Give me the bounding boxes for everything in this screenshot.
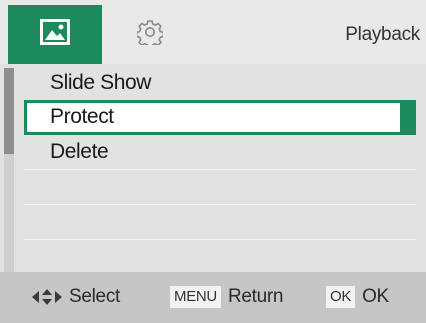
gear-icon bbox=[135, 19, 165, 50]
ok-label: OK bbox=[362, 286, 389, 307]
menu-item-empty bbox=[24, 205, 416, 240]
menu-key-badge: MENU bbox=[170, 286, 221, 308]
playback-image-icon bbox=[40, 19, 70, 50]
tab-playback[interactable] bbox=[8, 5, 102, 64]
top-bar: Playback bbox=[0, 0, 426, 64]
menu-item-empty bbox=[24, 170, 416, 205]
select-label: Select bbox=[69, 286, 121, 307]
menu-item-delete[interactable]: Delete bbox=[24, 135, 416, 170]
ok-hint: OK OK bbox=[326, 286, 389, 308]
button-hint-bar: Select MENU Return OK OK bbox=[0, 272, 426, 323]
ok-key-badge: OK bbox=[326, 286, 356, 308]
menu-item-label: Delete bbox=[50, 140, 109, 163]
scrollbar-thumb[interactable] bbox=[4, 68, 14, 154]
dpad-arrows-icon bbox=[32, 288, 62, 306]
menu-item-label: Protect bbox=[50, 105, 114, 128]
menu-item-empty bbox=[24, 240, 416, 275]
camera-menu-screen: Playback Slide Show Protect Delete Selec… bbox=[0, 0, 426, 323]
screen-title: Playback bbox=[345, 24, 420, 45]
menu-list: Slide Show Protect Delete bbox=[0, 64, 426, 275]
select-hint: Select bbox=[32, 286, 120, 308]
menu-item-protect[interactable]: Protect bbox=[24, 100, 416, 135]
tab-setup[interactable] bbox=[106, 5, 194, 64]
menu-item-label: Slide Show bbox=[50, 71, 152, 94]
menu-item-slide-show[interactable]: Slide Show bbox=[24, 66, 416, 101]
return-label: Return bbox=[227, 286, 284, 307]
return-hint: MENU Return bbox=[170, 286, 284, 308]
